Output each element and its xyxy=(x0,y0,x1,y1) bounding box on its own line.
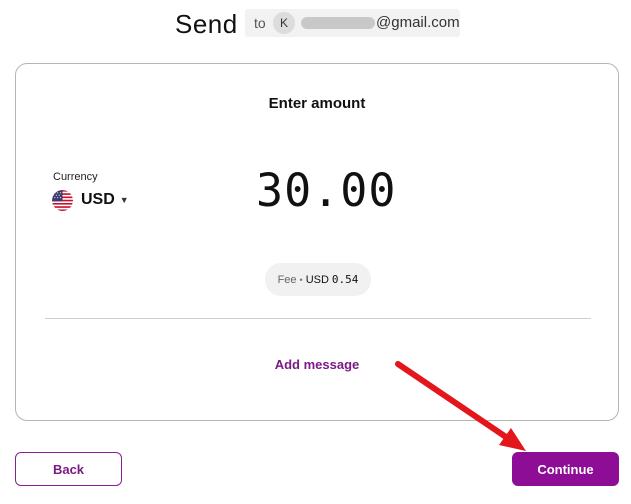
us-flag-icon xyxy=(52,189,73,211)
amount-input[interactable]: 30.00 xyxy=(256,164,396,217)
fee-label: Fee xyxy=(277,273,297,286)
caret-down-icon: ▼ xyxy=(119,195,129,205)
send-header: Send to K @gmail.com xyxy=(0,8,631,39)
redacted-email-bar xyxy=(301,17,375,29)
add-message-link[interactable]: Add message xyxy=(16,357,618,372)
currency-selector[interactable]: USD ▼ xyxy=(52,188,129,212)
divider xyxy=(45,318,591,319)
page-title: Send xyxy=(175,9,238,39)
card-title: Enter amount xyxy=(268,95,366,112)
fee-currency: USD xyxy=(305,273,329,286)
recipient-email: @gmail.com xyxy=(376,14,460,31)
continue-button[interactable]: Continue xyxy=(512,452,619,486)
fee-badge: Fee • USD 0.54 xyxy=(265,263,371,296)
separator-dot-icon: • xyxy=(299,274,303,285)
recipient-chip: to K @gmail.com xyxy=(245,9,460,37)
back-button[interactable]: Back xyxy=(15,452,122,486)
recipient-prefix: to xyxy=(254,15,266,31)
avatar: K xyxy=(273,12,295,34)
currency-label: Currency xyxy=(53,171,98,183)
amount-card: Enter amount Currency USD ▼ 30.00 Fee • … xyxy=(15,63,619,421)
fee-amount: 0.54 xyxy=(331,273,359,286)
currency-code: USD xyxy=(81,191,115,208)
